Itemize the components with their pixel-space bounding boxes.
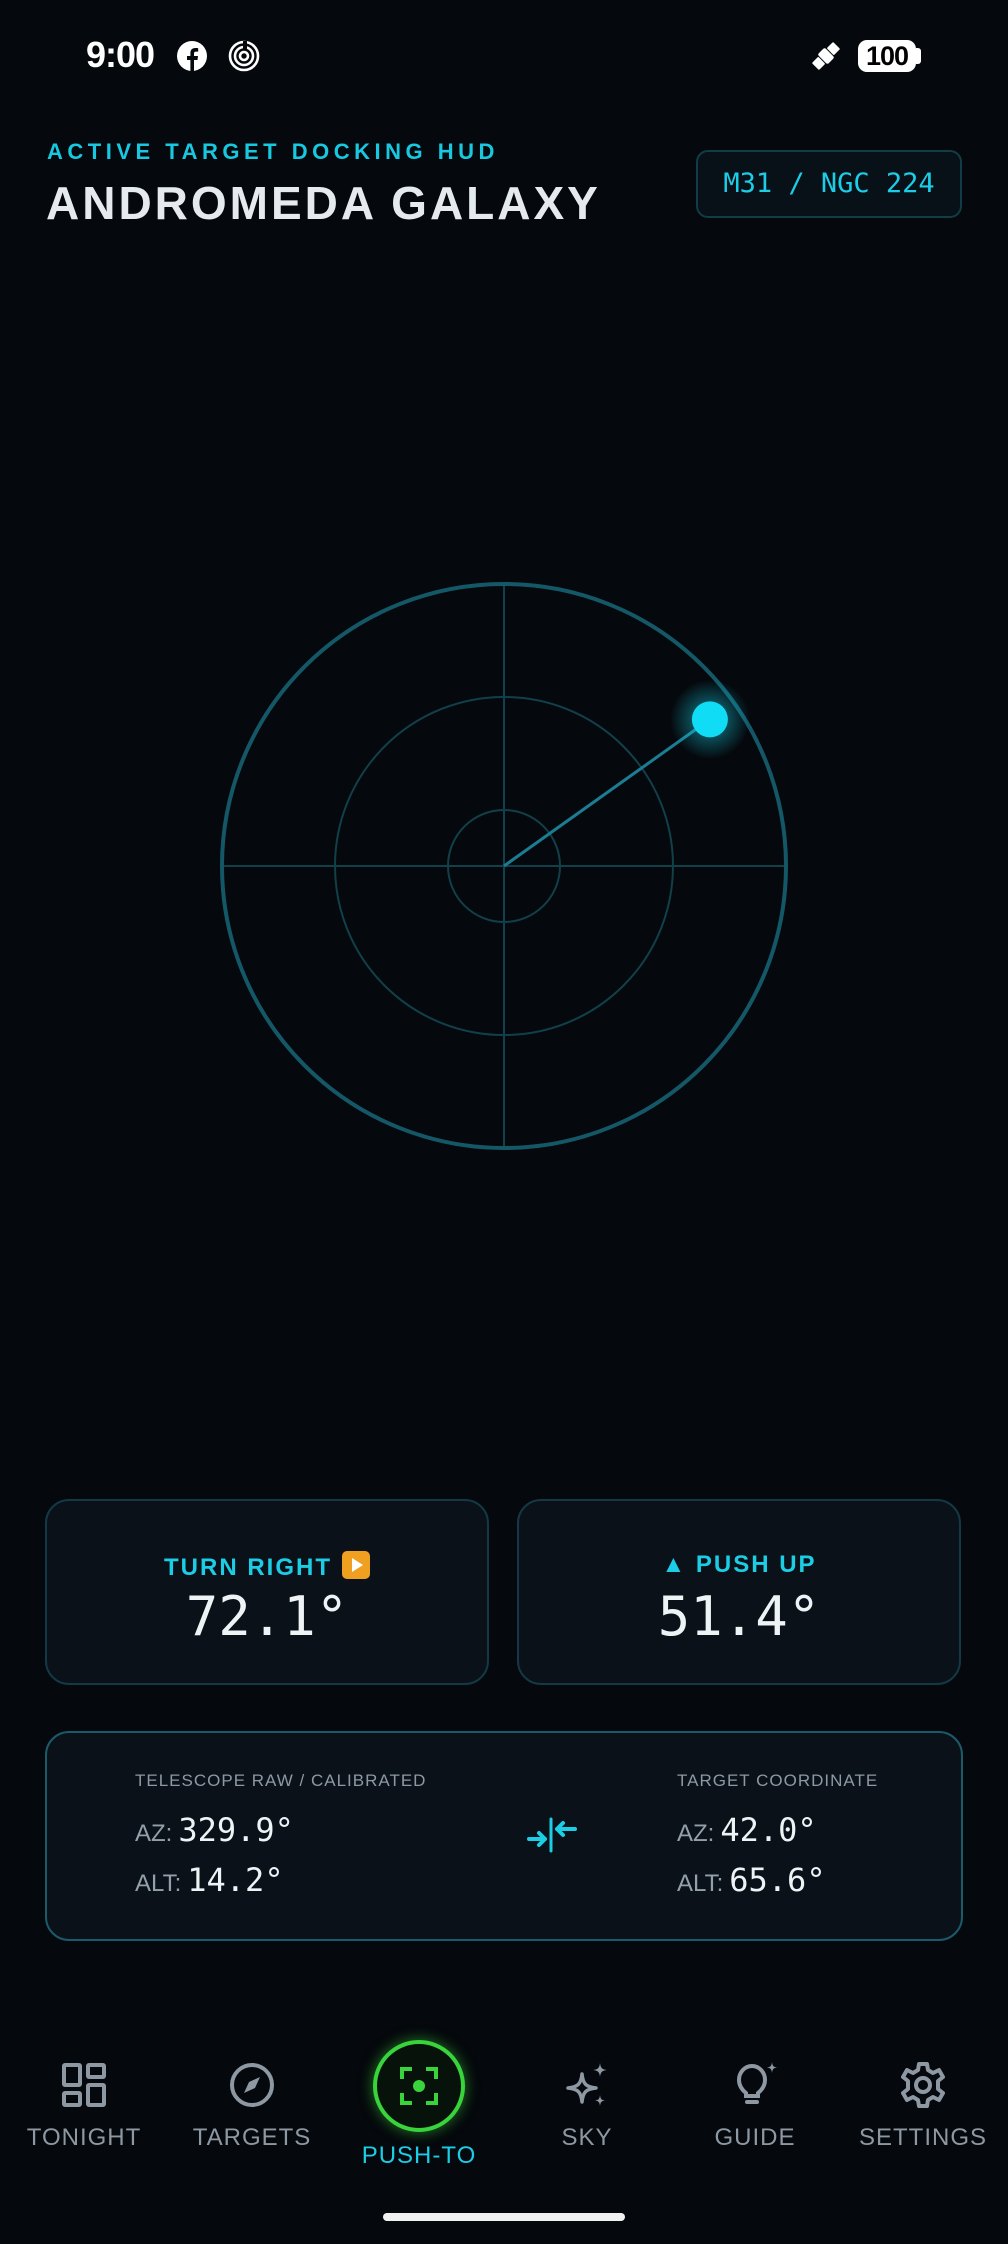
nav-targets-label: TARGETS <box>192 2124 312 2151</box>
nav-guide-label: GUIDE <box>714 2124 796 2151</box>
nav-tonight-label: TONIGHT <box>26 2124 142 2151</box>
target-marker <box>691 701 728 738</box>
compass-icon <box>230 2063 274 2107</box>
status-time: 9:00 <box>86 34 155 75</box>
dashboard-icon <box>62 2063 106 2107</box>
nav-sky[interactable]: SKY <box>503 2060 671 2152</box>
telescope-alt-value: 14.2° <box>187 1861 284 1899</box>
home-indicator[interactable] <box>383 2213 625 2221</box>
push-direction-label: ▲ PUSH UP <box>661 1551 817 1578</box>
battery-indicator: 100 <box>858 40 916 72</box>
facebook-icon <box>177 41 207 71</box>
nav-settings-label: SETTINGS <box>858 2124 987 2151</box>
coordinate-panel: TELESCOPE RAW / CALIBRATED AZ: 329.9° ALT… <box>45 1731 963 1941</box>
telescope-heading: TELESCOPE RAW / CALIBRATED <box>135 1771 427 1790</box>
up-triangle-icon: ▲ <box>661 1551 688 1578</box>
push-to-button[interactable] <box>373 2040 465 2132</box>
nav-tonight[interactable]: TONIGHT <box>0 2060 168 2152</box>
push-direction-card: ▲ PUSH UP 51.4° <box>517 1499 961 1685</box>
telescope-az-value: 329.9° <box>178 1811 294 1849</box>
nav-settings[interactable]: SETTINGS <box>839 2060 1007 2152</box>
targeting-radar <box>220 582 788 1150</box>
target-alt-label: ALT: <box>677 1870 724 1897</box>
focus-target-icon <box>400 2067 438 2105</box>
satellite-icon <box>812 42 840 70</box>
nav-push-to-label: PUSH-TO <box>361 2142 477 2169</box>
target-az-value: 42.0° <box>720 1811 817 1849</box>
gear-icon <box>901 2062 945 2108</box>
status-bar: 9:00 100 <box>0 0 1008 112</box>
converge-arrows-icon <box>527 1817 577 1853</box>
hud-subtitle: ACTIVE TARGET DOCKING HUD <box>47 139 499 164</box>
push-direction-value: 51.4° <box>657 1585 821 1648</box>
battery-tip <box>916 48 921 64</box>
nav-guide[interactable]: GUIDE <box>671 2060 839 2152</box>
play-arrow-icon <box>341 1551 370 1579</box>
nav-sky-label: SKY <box>561 2124 613 2151</box>
telescope-alt-label: ALT: <box>135 1870 182 1897</box>
target-az-label: AZ: <box>677 1820 715 1847</box>
target-heading: TARGET COORDINATE <box>677 1771 879 1790</box>
spiral-notification-icon <box>228 40 260 72</box>
telescope-az-row: AZ: 329.9° <box>135 1811 294 1849</box>
catalog-badge: M31 / NGC 224 <box>696 150 962 218</box>
turn-direction-label: TURN RIGHT <box>47 1551 487 1582</box>
target-alt-value: 65.6° <box>729 1861 826 1899</box>
telescope-az-label: AZ: <box>135 1820 173 1847</box>
sparkles-icon <box>566 2063 607 2106</box>
target-name: ANDROMEDA GALAXY <box>46 177 601 229</box>
turn-direction-value: 72.1° <box>185 1585 349 1648</box>
lightbulb-icon <box>736 2062 777 2104</box>
nav-push-to[interactable]: PUSH-TO <box>335 2040 503 2170</box>
target-az-row: AZ: 42.0° <box>677 1811 817 1849</box>
target-alt-row: ALT: 65.6° <box>677 1861 826 1899</box>
turn-direction-card: TURN RIGHT 72.1° <box>45 1499 489 1685</box>
nav-targets[interactable]: TARGETS <box>168 2060 336 2152</box>
telescope-alt-row: ALT: 14.2° <box>135 1861 284 1899</box>
